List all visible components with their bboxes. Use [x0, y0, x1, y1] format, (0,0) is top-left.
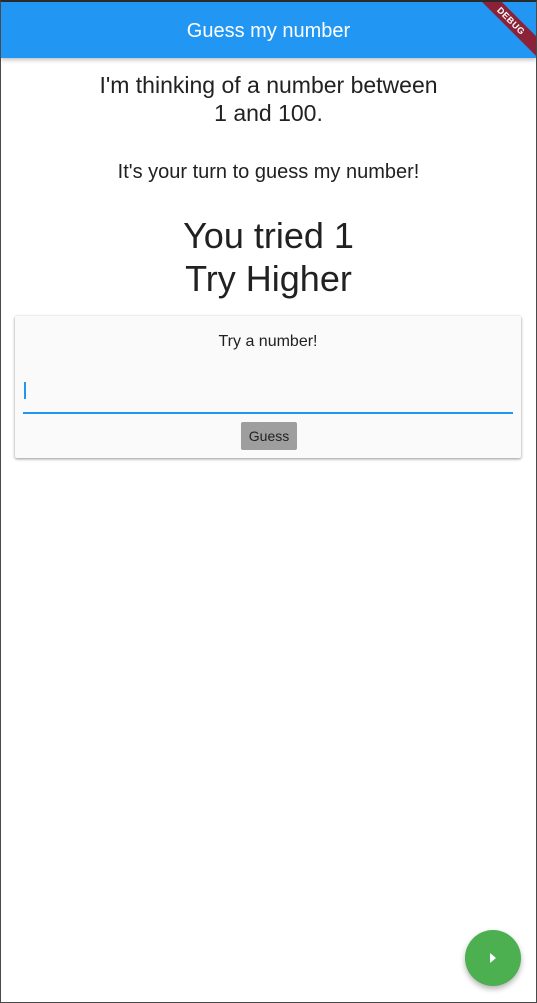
play-fab-button[interactable]: [465, 930, 521, 986]
text-cursor: [24, 382, 26, 399]
guess-input[interactable]: [23, 376, 513, 414]
guess-result: You tried 1 Try Higher: [21, 214, 516, 300]
intro-line-1: I'm thinking of a number between: [99, 72, 438, 98]
main-content: I'm thinking of a number between 1 and 1…: [1, 60, 536, 1002]
intro-text: I'm thinking of a number between 1 and 1…: [61, 71, 476, 127]
app-bar: Guess my number: [1, 2, 536, 58]
result-line-2: Try Higher: [185, 258, 352, 299]
play-arrow-icon: [490, 953, 496, 963]
guess-card-title: Try a number!: [218, 333, 318, 350]
guess-button[interactable]: Guess: [241, 422, 297, 450]
guess-card: Try a number! Guess: [15, 316, 521, 458]
result-line-1: You tried 1: [183, 215, 354, 256]
intro-line-2: 1 and 100.: [214, 100, 323, 126]
app-title: Guess my number: [186, 20, 351, 42]
app-window: Guess my number DEBUG I'm thinking of a …: [0, 0, 537, 1003]
turn-prompt: It's your turn to guess my number!: [117, 161, 420, 183]
